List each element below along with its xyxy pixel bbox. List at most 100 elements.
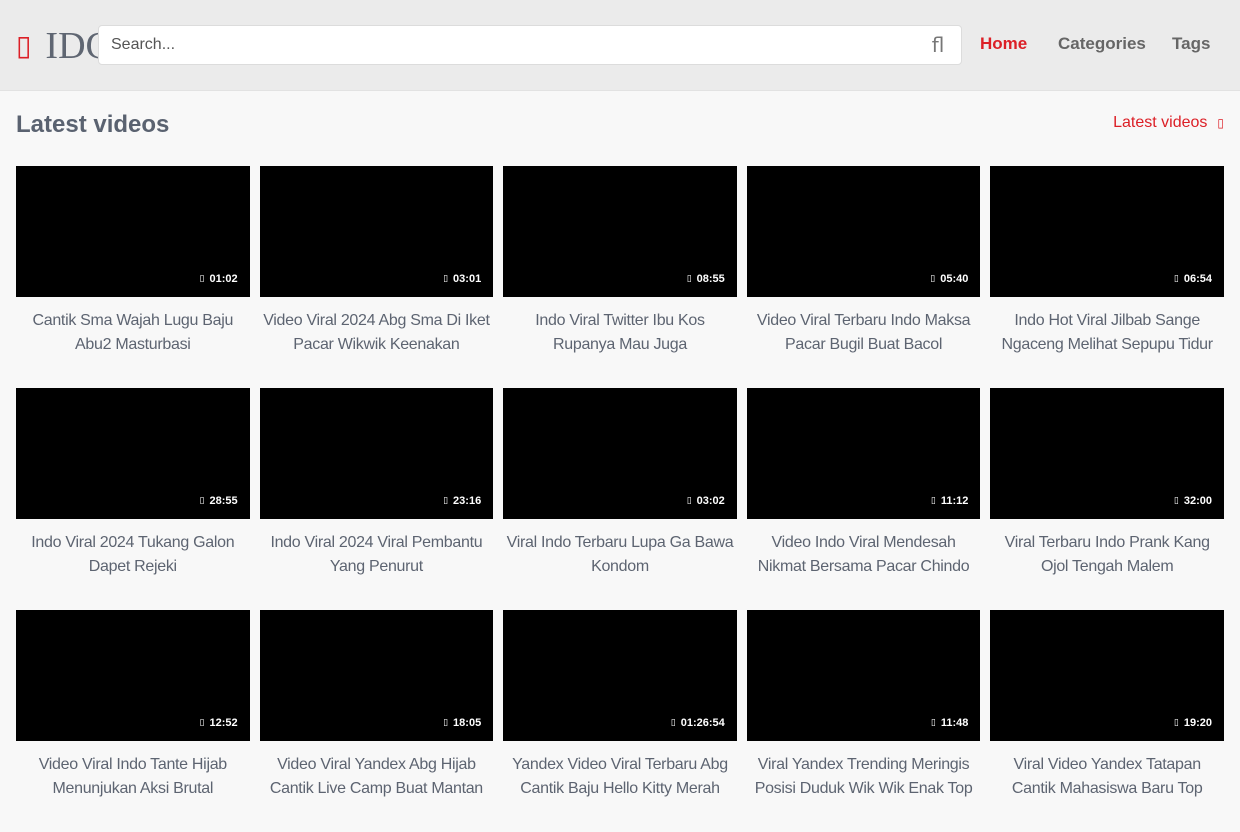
video-card[interactable]: ▯ 12:52 Video Viral Indo Tante Hijab Men… bbox=[16, 610, 250, 832]
video-title[interactable]: Indo Viral Twitter Ibu Kos Rupanya Mau J… bbox=[503, 309, 737, 357]
duration-text: 23:16 bbox=[453, 495, 482, 507]
duration-text: 28:55 bbox=[209, 495, 238, 507]
video-thumbnail[interactable]: ▯ 01:26:54 bbox=[503, 610, 737, 741]
clock-icon: ▯ bbox=[930, 274, 936, 284]
video-title[interactable]: Indo Hot Viral Jilbab Sange Ngaceng Meli… bbox=[990, 309, 1224, 357]
video-title[interactable]: Video Viral Terbaru Indo Maksa Pacar Bug… bbox=[747, 309, 981, 357]
clock-icon: ▯ bbox=[1173, 718, 1179, 728]
video-card[interactable]: ▯ 01:02 Cantik Sma Wajah Lugu Baju Abu2 … bbox=[16, 166, 250, 388]
nav-categories[interactable]: Categories bbox=[1058, 34, 1146, 54]
duration-badge: ▯ 08:55 bbox=[687, 273, 725, 285]
video-thumbnail[interactable]: ▯ 12:52 bbox=[16, 610, 250, 741]
duration-badge: ▯ 32:00 bbox=[1174, 495, 1212, 507]
duration-text: 18:05 bbox=[453, 717, 482, 729]
duration-text: 11:12 bbox=[940, 495, 969, 507]
duration-text: 11:48 bbox=[940, 717, 969, 729]
video-grid: ▯ 01:02 Cantik Sma Wajah Lugu Baju Abu2 … bbox=[16, 166, 1224, 832]
duration-text: 32:00 bbox=[1183, 495, 1212, 507]
video-thumbnail[interactable]: ▯ 19:20 bbox=[990, 610, 1224, 741]
video-title[interactable]: Viral Video Yandex Tatapan Cantik Mahasi… bbox=[990, 753, 1224, 801]
duration-badge: ▯ 11:12 bbox=[931, 495, 968, 507]
video-card[interactable]: ▯ 11:12 Video Indo Viral Mendesah Nikmat… bbox=[746, 388, 981, 610]
video-title[interactable]: Indo Viral 2024 Tukang Galon Dapet Rejek… bbox=[16, 531, 250, 579]
duration-badge: ▯ 05:40 bbox=[930, 273, 968, 285]
video-card[interactable]: ▯ 19:20 Viral Video Yandex Tatapan Canti… bbox=[990, 610, 1224, 832]
clock-icon: ▯ bbox=[1173, 274, 1179, 284]
clock-icon: ▯ bbox=[199, 718, 205, 728]
video-thumbnail[interactable]: ▯ 11:48 bbox=[746, 610, 981, 741]
clock-icon: ▯ bbox=[686, 496, 692, 506]
video-title[interactable]: Video Viral Indo Tante Hijab Menunjukan … bbox=[16, 753, 250, 801]
video-card[interactable]: ▯ 18:05 Video Viral Yandex Abg Hijab Can… bbox=[259, 610, 494, 832]
video-card[interactable]: ▯ 08:55 Indo Viral Twitter Ibu Kos Rupan… bbox=[503, 166, 737, 388]
section-title: Latest videos bbox=[16, 111, 170, 138]
duration-badge: ▯ 23:16 bbox=[443, 495, 481, 507]
video-thumbnail[interactable]: ▯ 03:01 bbox=[259, 166, 494, 297]
video-thumbnail[interactable]: ▯ 23:16 bbox=[259, 388, 494, 519]
duration-badge: ▯ 03:01 bbox=[443, 273, 481, 285]
video-thumbnail[interactable]: ▯ 11:12 bbox=[746, 388, 981, 519]
video-title[interactable]: Viral Terbaru Indo Prank Kang Ojol Tenga… bbox=[990, 531, 1224, 579]
video-card[interactable]: ▯ 01:26:54 Yandex Video Viral Terbaru Ab… bbox=[503, 610, 737, 832]
nav-tags[interactable]: Tags bbox=[1172, 34, 1210, 54]
latest-videos-link-label: Latest videos bbox=[1113, 114, 1208, 131]
duration-badge: ▯ 06:54 bbox=[1174, 273, 1212, 285]
duration-text: 08:55 bbox=[696, 273, 725, 285]
video-title[interactable]: Indo Viral 2024 Viral Pembantu Yang Penu… bbox=[260, 531, 494, 579]
clock-icon: ▯ bbox=[443, 496, 449, 506]
search-box: ﬂ bbox=[98, 25, 962, 65]
video-card[interactable]: ▯ 03:02 Viral Indo Terbaru Lupa Ga Bawa … bbox=[503, 388, 737, 610]
search-input[interactable] bbox=[99, 26, 899, 64]
video-card[interactable]: ▯ 11:48 Viral Yandex Trending Meringis P… bbox=[746, 610, 981, 832]
video-title[interactable]: Yandex Video Viral Terbaru Abg Cantik Ba… bbox=[503, 753, 737, 801]
duration-badge: ▯ 01:02 bbox=[200, 273, 238, 285]
top-navbar: ▯ IDC ﬂ Home Categories Tags bbox=[0, 0, 1240, 91]
video-title[interactable]: Cantik Sma Wajah Lugu Baju Abu2 Masturba… bbox=[16, 309, 250, 357]
duration-text: 05:40 bbox=[940, 273, 969, 285]
video-card[interactable]: ▯ 06:54 Indo Hot Viral Jilbab Sange Ngac… bbox=[990, 166, 1224, 388]
video-thumbnail[interactable]: ▯ 03:02 bbox=[503, 388, 737, 519]
clock-icon: ▯ bbox=[670, 718, 676, 728]
duration-text: 01:02 bbox=[209, 273, 238, 285]
video-card[interactable]: ▯ 05:40 Video Viral Terbaru Indo Maksa P… bbox=[746, 166, 981, 388]
clock-icon: ▯ bbox=[199, 274, 205, 284]
clock-icon: ▯ bbox=[199, 496, 205, 506]
video-card[interactable]: ▯ 03:01 Video Viral 2024 Abg Sma Di Iket… bbox=[259, 166, 494, 388]
arrow-icon: ▯ bbox=[1217, 116, 1224, 130]
video-thumbnail[interactable]: ▯ 06:54 bbox=[990, 166, 1224, 297]
video-thumbnail[interactable]: ▯ 08:55 bbox=[503, 166, 737, 297]
clock-icon: ▯ bbox=[443, 274, 449, 284]
video-thumbnail[interactable]: ▯ 01:02 bbox=[16, 166, 250, 297]
video-thumbnail[interactable]: ▯ 28:55 bbox=[16, 388, 250, 519]
video-thumbnail[interactable]: ▯ 18:05 bbox=[259, 610, 494, 741]
duration-badge: ▯ 19:20 bbox=[1174, 717, 1212, 729]
video-title[interactable]: Video Viral 2024 Abg Sma Di Iket Pacar W… bbox=[260, 309, 494, 357]
nav-home[interactable]: Home bbox=[980, 34, 1027, 54]
video-card[interactable]: ▯ 32:00 Viral Terbaru Indo Prank Kang Oj… bbox=[990, 388, 1224, 610]
duration-text: 12:52 bbox=[209, 717, 238, 729]
video-card[interactable]: ▯ 28:55 Indo Viral 2024 Tukang Galon Dap… bbox=[16, 388, 250, 610]
logo-icon: ▯ bbox=[16, 29, 32, 62]
video-thumbnail[interactable]: ▯ 05:40 bbox=[746, 166, 981, 297]
video-thumbnail[interactable]: ▯ 32:00 bbox=[990, 388, 1224, 519]
duration-badge: ▯ 18:05 bbox=[443, 717, 481, 729]
duration-badge: ▯ 12:52 bbox=[200, 717, 238, 729]
video-title[interactable]: Viral Yandex Trending Meringis Posisi Du… bbox=[747, 753, 981, 801]
search-icon[interactable]: ﬂ bbox=[925, 32, 951, 58]
duration-text: 01:26:54 bbox=[680, 717, 725, 729]
duration-text: 03:01 bbox=[453, 273, 482, 285]
duration-text: 03:02 bbox=[696, 495, 725, 507]
duration-text: 06:54 bbox=[1183, 273, 1212, 285]
site-logo[interactable]: ▯ IDC bbox=[16, 26, 111, 66]
clock-icon: ▯ bbox=[686, 274, 692, 284]
duration-text: 19:20 bbox=[1183, 717, 1212, 729]
video-card[interactable]: ▯ 23:16 Indo Viral 2024 Viral Pembantu Y… bbox=[259, 388, 494, 610]
clock-icon: ▯ bbox=[1173, 496, 1179, 506]
duration-badge: ▯ 28:55 bbox=[200, 495, 238, 507]
video-title[interactable]: Viral Indo Terbaru Lupa Ga Bawa Kondom bbox=[503, 531, 737, 579]
video-title[interactable]: Video Indo Viral Mendesah Nikmat Bersama… bbox=[747, 531, 981, 579]
latest-videos-link[interactable]: Latest videos ▯ bbox=[1113, 114, 1224, 132]
clock-icon: ▯ bbox=[443, 718, 449, 728]
video-title[interactable]: Video Viral Yandex Abg Hijab Cantik Live… bbox=[260, 753, 494, 801]
clock-icon: ▯ bbox=[930, 496, 936, 506]
